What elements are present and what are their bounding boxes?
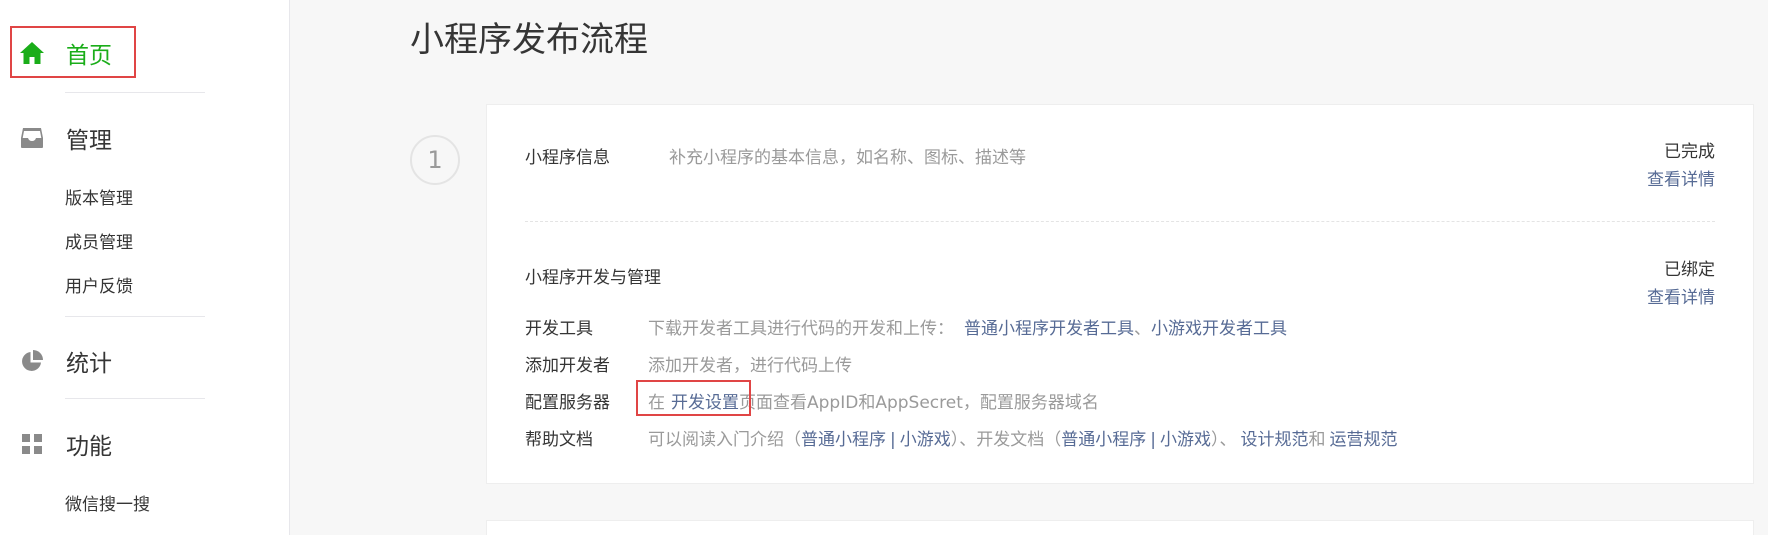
normal-devtools-link[interactable]: 普通小程序开发者工具 bbox=[964, 314, 1134, 339]
row-config-server-label: 配置服务器 bbox=[525, 393, 610, 413]
nav-manage-label: 管理 bbox=[66, 128, 112, 154]
info-view-detail-link[interactable]: 查看详情 bbox=[1647, 165, 1715, 190]
nav-stats[interactable]: 统计 bbox=[18, 344, 112, 378]
sidebar-item-user-feedback[interactable]: 用户反馈 bbox=[65, 272, 133, 297]
row-add-developer-label: 添加开发者 bbox=[525, 356, 610, 376]
dev-view-detail-link[interactable]: 查看详情 bbox=[1647, 283, 1715, 308]
dashed-divider bbox=[525, 221, 1715, 222]
row-dev-tools: 开发工具 下载开发者工具进行代码的开发和上传： 普通小程序开发者工具 、 小游戏… bbox=[525, 314, 1287, 339]
info-status: 已完成 bbox=[1664, 142, 1715, 162]
row-add-developer: 添加开发者 添加开发者，进行代码上传 bbox=[525, 351, 852, 376]
ops-guide-link[interactable]: 运营规范 bbox=[1329, 425, 1397, 450]
page: 首页 管理 版本管理 成员管理 用户反馈 统计 功能 微信搜一搜 小程序发布流程… bbox=[0, 0, 1768, 535]
row-help-docs: 帮助文档 可以阅读入门介绍（ 普通小程序 | 小游戏 ）、开发文档（ 普通小程序… bbox=[525, 425, 1397, 450]
help-docs-text: ）、开发文档（ bbox=[950, 430, 1062, 450]
bar-separator: | bbox=[1150, 430, 1156, 450]
row-dev-tools-label: 开发工具 bbox=[525, 319, 593, 339]
row-config-server: 配置服务器 在 开发设置 页面查看AppID和AppSecret，配置服务器域名 bbox=[525, 388, 1099, 413]
step-card: 小程序信息 补充小程序的基本信息，如名称、图标、描述等 已完成 查看详情 小程序… bbox=[486, 104, 1754, 484]
separator: 、 bbox=[1134, 319, 1151, 339]
nav-stats-label: 统计 bbox=[66, 351, 112, 377]
help-end-text: ）、 bbox=[1210, 430, 1237, 450]
bar-separator: | bbox=[890, 430, 896, 450]
dev-status: 已绑定 bbox=[1664, 260, 1715, 280]
page-title: 小程序发布流程 bbox=[410, 20, 648, 60]
intro-game-link[interactable]: 小游戏 bbox=[900, 425, 951, 450]
dev-settings-link[interactable]: 开发设置 bbox=[671, 388, 739, 413]
nav-features-label: 功能 bbox=[66, 434, 112, 460]
row-config-server-suffix: 页面查看AppID和AppSecret，配置服务器域名 bbox=[739, 393, 1099, 413]
info-section-desc: 补充小程序的基本信息，如名称、图标、描述等 bbox=[669, 148, 1026, 168]
dev-section-title: 小程序开发与管理 bbox=[525, 268, 661, 288]
row-dev-tools-desc: 下载开发者工具进行代码的开发和上传： bbox=[648, 319, 954, 339]
sidebar-item-version-manage[interactable]: 版本管理 bbox=[65, 184, 133, 209]
intro-normal-link[interactable]: 普通小程序 bbox=[801, 425, 886, 450]
sidebar-item-wechat-search[interactable]: 微信搜一搜 bbox=[65, 490, 150, 515]
inbox-icon bbox=[18, 124, 46, 152]
row-config-server-prefix: 在 bbox=[648, 393, 665, 413]
home-icon bbox=[18, 39, 46, 67]
game-devtools-link[interactable]: 小游戏开发者工具 bbox=[1151, 314, 1287, 339]
divider bbox=[65, 398, 205, 399]
info-section-title: 小程序信息 bbox=[525, 148, 610, 168]
docs-game-link[interactable]: 小游戏 bbox=[1160, 425, 1211, 450]
sidebar-item-member-manage[interactable]: 成员管理 bbox=[65, 228, 133, 253]
and-text: 和 bbox=[1308, 430, 1326, 450]
divider bbox=[65, 92, 205, 93]
nav-home[interactable]: 首页 bbox=[18, 36, 112, 70]
nav-manage[interactable]: 管理 bbox=[18, 121, 112, 155]
design-guide-link[interactable]: 设计规范 bbox=[1240, 425, 1308, 450]
row-help-docs-label: 帮助文档 bbox=[525, 430, 593, 450]
nav-home-label: 首页 bbox=[66, 43, 112, 69]
nav-features[interactable]: 功能 bbox=[18, 427, 112, 461]
divider bbox=[65, 316, 205, 317]
row-add-developer-desc: 添加开发者，进行代码上传 bbox=[648, 356, 852, 376]
help-intro-text: 可以阅读入门介绍（ bbox=[648, 430, 801, 450]
pie-chart-icon bbox=[18, 347, 46, 375]
sidebar: 首页 管理 版本管理 成员管理 用户反馈 统计 功能 微信搜一搜 bbox=[0, 0, 290, 535]
step-number: 1 bbox=[427, 146, 443, 174]
next-step-card bbox=[486, 520, 1754, 535]
grid-icon bbox=[18, 430, 46, 458]
docs-normal-link[interactable]: 普通小程序 bbox=[1061, 425, 1146, 450]
step-number-badge: 1 bbox=[410, 135, 460, 185]
